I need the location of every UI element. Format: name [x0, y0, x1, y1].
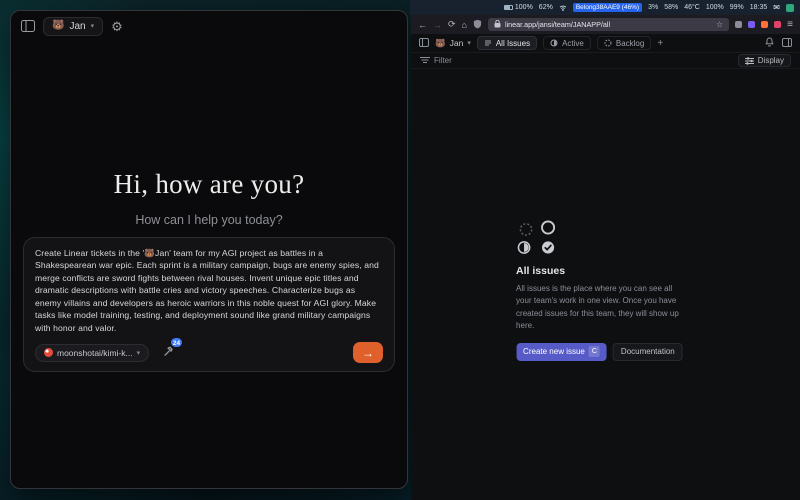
temperature-indicator: 46°C: [684, 4, 700, 11]
browser-toolbar: ← → ⟳ ⌂ linear.app/jansi/team/JANAPP/all…: [411, 15, 800, 34]
settings-gear-icon[interactable]: ⚙: [111, 20, 123, 33]
tab-backlog[interactable]: Backlog: [597, 36, 651, 50]
backlog-icon: [604, 39, 612, 47]
charge-indicator: 99%: [730, 4, 744, 11]
filter-button[interactable]: Filter: [434, 56, 452, 65]
filter-icon: [420, 56, 430, 66]
clock: 18:35: [750, 4, 768, 11]
mail-icon[interactable]: ✉: [773, 3, 780, 12]
sliders-icon: [745, 57, 754, 65]
team-label: Jan: [69, 21, 85, 32]
prompt-box[interactable]: Create Linear tickets in the '🐻Jan' team…: [23, 237, 395, 372]
menu-icon[interactable]: ≡: [787, 19, 793, 30]
linear-team-label: Jan: [450, 38, 464, 48]
extension-icon-orange[interactable]: [761, 21, 768, 28]
linear-tab-bar: 🐻 Jan ▾ All Issues Active Backlog +: [411, 34, 800, 52]
prompt-actions: moonshotai/kimi-k... ▾ 24 →: [35, 342, 383, 363]
right-panel-toggle-icon[interactable]: [782, 34, 792, 52]
list-icon: [484, 39, 492, 47]
chat-titlebar: 🐻 Jan ▾ ⚙: [11, 11, 407, 41]
refresh-icon[interactable]: ⟳: [448, 19, 456, 30]
linear-team-switcher[interactable]: 🐻 Jan ▾: [435, 38, 471, 49]
linear-team-emoji: 🐻: [435, 38, 446, 49]
empty-state-description: All issues is the place where you can se…: [516, 283, 688, 333]
tab-bar-right: [765, 34, 792, 52]
empty-state-title: All issues: [516, 265, 688, 277]
notifications-bell-icon[interactable]: [765, 34, 774, 52]
status-icons-illustration: [518, 222, 562, 255]
model-selector[interactable]: moonshotai/kimi-k... ▾: [35, 344, 149, 362]
desktop-background: 🐻 Jan ▾ ⚙ Hi, how are you? How can I hel…: [0, 0, 800, 500]
puzzle-extension-icon[interactable]: [735, 21, 742, 28]
model-provider-icon: [44, 348, 53, 357]
back-icon[interactable]: ←: [418, 20, 427, 30]
battery-indicator: 100%: [504, 4, 533, 11]
backlog-status-icon: [518, 222, 533, 237]
chevron-down-icon: ▾: [137, 349, 141, 357]
documentation-button[interactable]: Documentation: [613, 343, 683, 361]
url-text: linear.app/jansi/team/JANAPP/all: [505, 20, 712, 29]
sidebar-toggle-icon[interactable]: [21, 20, 35, 32]
browser-window: ← → ⟳ ⌂ linear.app/jansi/team/JANAPP/all…: [411, 15, 800, 500]
home-icon[interactable]: ⌂: [462, 20, 467, 30]
todo-status-icon: [539, 219, 555, 235]
send-button[interactable]: →: [353, 342, 383, 363]
system-status-bar: 100% 62% Belong38AAE9 (46%) 3% 58% 46°C …: [410, 0, 800, 15]
display-button[interactable]: Display: [738, 54, 791, 67]
battery-icon: [504, 5, 513, 10]
extension-icon-red[interactable]: [774, 21, 781, 28]
filter-bar: Filter Display: [411, 52, 800, 69]
send-arrow-icon: →: [362, 347, 374, 359]
tab-all-issues[interactable]: All Issues: [477, 36, 537, 50]
prompt-input[interactable]: Create Linear tickets in the '🐻Jan' team…: [35, 247, 383, 334]
wifi-icon: [559, 5, 567, 11]
download-indicator: 3%: [648, 4, 658, 11]
linear-main-area: All issues All issues is the place where…: [411, 69, 800, 500]
extension-icon-purple[interactable]: [748, 21, 755, 28]
shield-icon[interactable]: [473, 16, 482, 34]
team-selector[interactable]: 🐻 Jan ▾: [43, 17, 103, 36]
greeting-title: Hi, how are you?: [11, 169, 407, 200]
done-status-icon: [540, 240, 555, 255]
screenshot-tray-icon[interactable]: [786, 4, 794, 12]
forward-icon[interactable]: →: [433, 20, 442, 30]
url-bar[interactable]: linear.app/jansi/team/JANAPP/all ☆: [488, 18, 729, 31]
tools-button[interactable]: 24: [163, 344, 174, 362]
shortcut-badge: C: [589, 346, 600, 357]
volume-indicator: 62%: [539, 4, 553, 11]
empty-state: All issues All issues is the place where…: [516, 222, 688, 361]
in-progress-status-icon: [516, 240, 531, 255]
memory-indicator: 58%: [664, 4, 678, 11]
bookmark-star-icon[interactable]: ☆: [716, 20, 723, 29]
model-label: moonshotai/kimi-k...: [57, 348, 133, 358]
empty-state-actions: Create new issue C Documentation: [516, 343, 688, 361]
tab-active[interactable]: Active: [543, 36, 591, 50]
greeting-subtitle: How can I help you today?: [11, 213, 407, 227]
jan-chat-window: 🐻 Jan ▾ ⚙ Hi, how are you? How can I hel…: [10, 10, 408, 489]
in-progress-icon: [550, 39, 558, 47]
network-badge[interactable]: Belong38AAE9 (46%): [573, 3, 642, 12]
team-emoji: 🐻: [52, 21, 64, 31]
create-new-issue-button[interactable]: Create new issue C: [516, 343, 607, 361]
tools-count-badge: 24: [170, 337, 183, 348]
greeting-block: Hi, how are you? How can I help you toda…: [11, 169, 407, 227]
power-indicator: 100%: [706, 4, 724, 11]
chevron-down-icon: ▾: [467, 39, 471, 47]
chevron-down-icon: ▾: [91, 22, 95, 30]
new-view-plus-icon[interactable]: +: [657, 38, 663, 49]
linear-sidebar-toggle-icon[interactable]: [419, 34, 429, 52]
lock-icon: [494, 20, 501, 30]
